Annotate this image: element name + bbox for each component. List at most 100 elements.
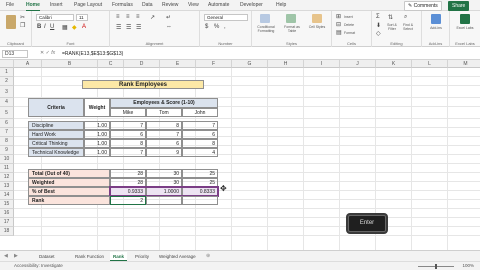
- fill-icon[interactable]: ⬇: [376, 22, 381, 29]
- score-cell[interactable]: 8: [182, 139, 218, 148]
- zoom-slider-knob[interactable]: [435, 264, 437, 269]
- row-header[interactable]: 7: [0, 128, 14, 137]
- sheet-tab-priority[interactable]: Priority: [132, 252, 152, 261]
- rank-cell-active[interactable]: 2: [110, 196, 146, 205]
- rank-label[interactable]: Rank: [28, 196, 110, 205]
- rank-cell[interactable]: [182, 196, 218, 205]
- total-label[interactable]: Total (Out of 40): [28, 169, 110, 178]
- merge-center-icon[interactable]: ⇔: [166, 24, 172, 30]
- tab-help[interactable]: Help: [276, 2, 286, 8]
- insert-cells-icon[interactable]: ⊞: [336, 13, 341, 20]
- score-cell[interactable]: 7: [146, 130, 182, 139]
- column-header[interactable]: B: [42, 60, 98, 68]
- score-cell[interactable]: 9: [146, 148, 182, 157]
- column-header[interactable]: H: [268, 60, 304, 68]
- fill-color-icon[interactable]: ◆: [72, 24, 77, 31]
- employee-name[interactable]: John: [182, 108, 218, 117]
- font-color-icon[interactable]: A: [82, 24, 86, 30]
- total-cell[interactable]: 25: [182, 169, 218, 178]
- sheet-title[interactable]: Rank Employees: [82, 80, 204, 89]
- formula-input[interactable]: =RANK(E13,$E$13:$G$13): [62, 51, 123, 57]
- row-header[interactable]: 3: [0, 86, 14, 98]
- tab-insert[interactable]: Insert: [50, 2, 63, 8]
- comma-icon[interactable]: ,: [224, 24, 226, 30]
- currency-icon[interactable]: $: [205, 24, 208, 30]
- prev-sheet-icon[interactable]: ◀: [4, 253, 8, 259]
- zoom-level[interactable]: 100%: [462, 263, 474, 268]
- score-cell[interactable]: 6: [182, 130, 218, 139]
- tab-formulas[interactable]: Formulas: [112, 2, 133, 8]
- align-center-icon[interactable]: ☰: [126, 24, 131, 31]
- column-header[interactable]: K: [376, 60, 412, 68]
- font-size-select[interactable]: 11: [76, 14, 88, 21]
- autosum-icon[interactable]: Σ: [376, 14, 380, 20]
- weight-header[interactable]: Weight: [84, 98, 110, 117]
- accessibility-status[interactable]: Accessibility: Investigate: [14, 263, 63, 268]
- cell-styles-icon[interactable]: [312, 14, 322, 23]
- next-sheet-icon[interactable]: ▶: [14, 253, 18, 259]
- find-select-icon[interactable]: ⌕: [404, 14, 407, 21]
- tab-developer[interactable]: Developer: [240, 2, 263, 8]
- addins-icon[interactable]: [431, 14, 441, 24]
- row-header[interactable]: 1: [0, 68, 14, 77]
- row-header[interactable]: 5: [0, 107, 14, 119]
- percent-icon[interactable]: %: [214, 24, 219, 30]
- tab-review[interactable]: Review: [162, 2, 178, 8]
- align-right-icon[interactable]: ☰: [136, 24, 141, 31]
- tab-page-layout[interactable]: Page Layout: [74, 2, 102, 8]
- sort-filter-icon[interactable]: ⇅: [388, 14, 393, 21]
- total-cell[interactable]: 30: [146, 169, 182, 178]
- employee-name[interactable]: Tom: [146, 108, 182, 117]
- orientation-icon[interactable]: ↗: [150, 14, 155, 21]
- score-cell[interactable]: 6: [110, 130, 146, 139]
- share-button[interactable]: Share: [448, 1, 470, 11]
- tab-automate[interactable]: Automate: [208, 2, 229, 8]
- excel-labs-icon[interactable]: [460, 14, 470, 24]
- fx-icon[interactable]: fx: [51, 50, 55, 56]
- row-header[interactable]: 12: [0, 173, 14, 182]
- tab-data[interactable]: Data: [142, 2, 153, 8]
- cut-icon[interactable]: ✂: [20, 14, 25, 21]
- tab-view[interactable]: View: [188, 2, 199, 8]
- best-label[interactable]: % of Best: [28, 187, 110, 196]
- row-header[interactable]: 9: [0, 146, 14, 155]
- row-header[interactable]: 14: [0, 191, 14, 200]
- sheet-tab-dataset[interactable]: Dataset: [36, 252, 58, 261]
- align-bottom-icon[interactable]: ≡: [136, 14, 140, 20]
- score-cell[interactable]: 7: [110, 121, 146, 130]
- conditional-formatting-icon[interactable]: [260, 14, 270, 23]
- column-header[interactable]: L: [412, 60, 448, 68]
- number-format-select[interactable]: General: [204, 14, 248, 21]
- score-cell[interactable]: 8: [146, 121, 182, 130]
- criteria-weight[interactable]: 1.00: [84, 130, 110, 139]
- bold-icon[interactable]: B: [37, 24, 41, 30]
- score-cell[interactable]: 7: [110, 148, 146, 157]
- score-cell[interactable]: 7: [182, 121, 218, 130]
- select-all-corner[interactable]: [0, 60, 14, 68]
- criteria-name[interactable]: Technical Knowledge: [28, 148, 84, 157]
- sheet-tab-rank[interactable]: Rank: [110, 252, 128, 261]
- borders-icon[interactable]: ▦: [62, 24, 68, 31]
- worksheet-grid[interactable]: ABCDEFGHIJKLMNOP 12345678910111213141516…: [0, 60, 480, 250]
- column-header[interactable]: G: [232, 60, 268, 68]
- row-header[interactable]: 18: [0, 227, 14, 236]
- clear-icon[interactable]: ◇: [376, 30, 381, 37]
- row-header[interactable]: 4: [0, 98, 14, 107]
- rank-cell[interactable]: [146, 196, 182, 205]
- employees-header[interactable]: Employees & Score (1-10): [110, 98, 218, 108]
- employee-name[interactable]: Mike: [110, 108, 146, 117]
- wrap-text-icon[interactable]: ↵: [166, 14, 171, 21]
- column-header[interactable]: I: [304, 60, 340, 68]
- column-header[interactable]: C: [98, 60, 124, 68]
- comments-button[interactable]: ✎ Comments: [404, 1, 442, 11]
- column-header[interactable]: A: [14, 60, 42, 68]
- total-cell[interactable]: 28: [110, 169, 146, 178]
- copy-icon[interactable]: ❐: [20, 22, 25, 29]
- column-header[interactable]: F: [196, 60, 232, 68]
- sheet-tab-weighted-average[interactable]: Weighted Average: [156, 252, 199, 261]
- row-header[interactable]: 2: [0, 77, 14, 86]
- add-sheet-icon[interactable]: ⊕: [206, 253, 210, 259]
- row-header[interactable]: 10: [0, 155, 14, 164]
- font-name-select[interactable]: Calibri: [36, 14, 74, 21]
- paste-icon[interactable]: [6, 15, 16, 29]
